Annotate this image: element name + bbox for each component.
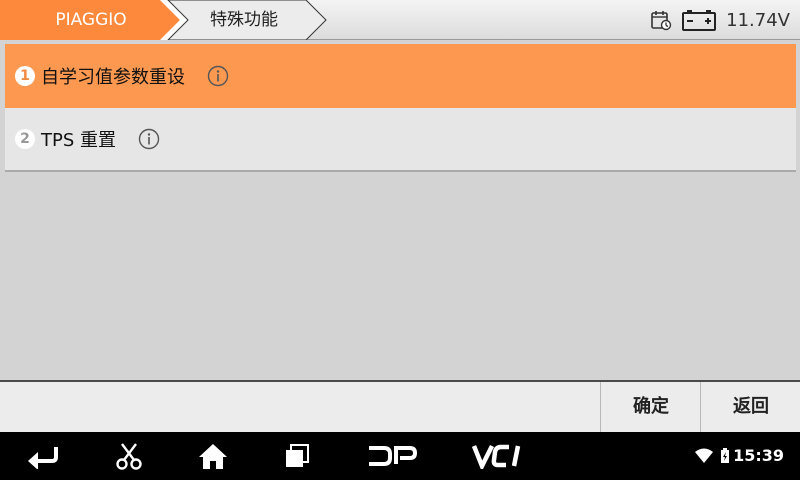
recents-icon [286,444,309,467]
item-label: 自学习值参数重设 [41,67,185,88]
battery-icon [682,10,717,31]
home-icon [199,444,227,469]
vci-logo-icon [471,444,521,469]
action-bar: 确定 返回 [0,380,800,432]
item-label: TPS 重置 [41,130,116,151]
nav-back-button[interactable] [20,432,66,480]
back-button[interactable]: 返回 [700,382,800,432]
back-icon [28,447,58,469]
calendar-icon [651,11,672,31]
nav-home-button[interactable] [190,432,236,480]
info-icon[interactable] [138,128,160,150]
info-icon[interactable] [207,65,229,87]
list-item-learned-value-reset[interactable]: 1 自学习值参数重设 [5,44,796,108]
confirm-button[interactable]: 确定 [600,382,701,432]
nav-screenshot-button[interactable] [106,432,152,480]
nav-vci-button[interactable] [464,432,534,480]
system-status-icons [694,432,730,480]
wifi-icon [695,448,713,463]
breadcrumb-item-special-function[interactable]: 特殊功能 [178,0,310,40]
scissors-icon [116,443,142,470]
breadcrumb-item-brand[interactable]: PIAGGIO [18,0,164,40]
battery-status-icon [721,448,729,463]
dp-logo-icon [369,446,418,466]
status-area: 11.74V [650,0,790,40]
item-number: 1 [15,66,35,86]
function-list: 1 自学习值参数重设 2 TPS 重置 [5,44,796,172]
main-content: 1 自学习值参数重设 2 TPS 重置 [0,40,800,380]
nav-recents-button[interactable] [274,432,320,480]
navigation-bar: 15:39 [0,432,800,480]
item-number: 2 [15,129,35,149]
nav-dp-button[interactable] [362,432,422,480]
title-bar: PIAGGIO 特殊功能 11.74V [0,0,800,40]
list-item-tps-reset[interactable]: 2 TPS 重置 [5,108,796,172]
clock: 15:39 [733,446,784,465]
voltage-readout: 11.74V [726,9,790,31]
